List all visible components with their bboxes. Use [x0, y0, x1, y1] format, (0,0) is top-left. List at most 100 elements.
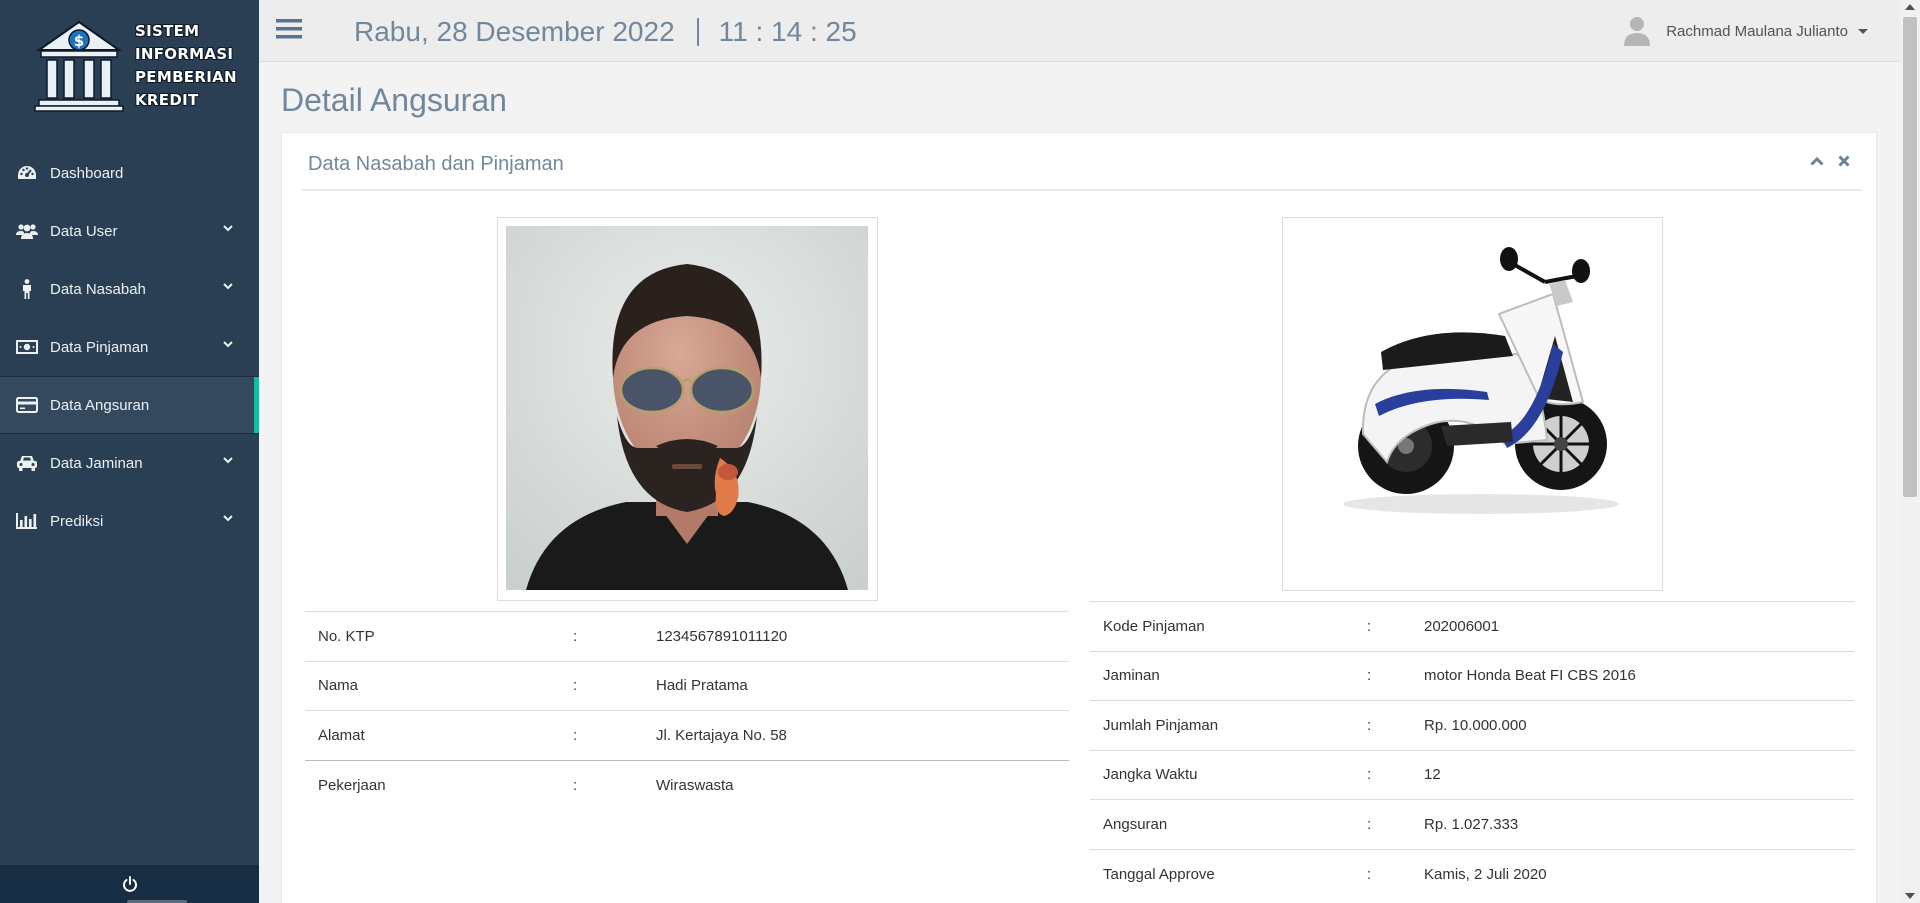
scrollbar-thumb[interactable]	[1903, 17, 1917, 497]
money-icon	[16, 337, 38, 357]
menu-toggle-icon[interactable]	[276, 18, 302, 45]
sidebar-item-prediksi[interactable]: Prediksi	[0, 492, 259, 550]
collapse-icon[interactable]	[1810, 156, 1824, 166]
field-label: Jangka Waktu	[1103, 766, 1198, 784]
top-nav: Rabu, 28 Desember 2022 11 : 14 : 25 Rach…	[259, 0, 1900, 62]
sidebar-item-dashboard[interactable]: Dashboard	[0, 144, 259, 202]
field-separator: :	[573, 776, 578, 794]
panel-tools	[1810, 155, 1850, 167]
close-icon[interactable]	[1838, 155, 1850, 167]
sidebar-footer	[0, 865, 259, 903]
sidebar-item-label: Dashboard	[50, 164, 124, 182]
field-label: Tanggal Approve	[1103, 865, 1215, 883]
field-separator: :	[573, 627, 578, 645]
field-label: No. KTP	[318, 627, 375, 645]
field-label: Alamat	[318, 726, 365, 744]
sidebar-item-data-pinjaman[interactable]: Data Pinjaman	[0, 318, 259, 376]
avatar	[1624, 17, 1651, 46]
bar-chart-icon	[16, 511, 38, 531]
bank-icon: $	[34, 20, 124, 112]
chevron-down-icon	[223, 457, 233, 464]
field-value: 1234567891011120	[656, 627, 788, 645]
customer-photo-image	[506, 226, 868, 590]
divider	[696, 18, 699, 46]
date-time: Rabu, 28 Desember 2022 11 : 14 : 25	[354, 16, 857, 48]
user-menu[interactable]: Rachmad Maulana Julianto	[1624, 16, 1868, 46]
field-label: Pekerjaan	[318, 776, 386, 794]
caret-down-icon	[1858, 28, 1868, 34]
brand-line: SISTEM	[135, 22, 200, 40]
table-row: Angsuran : Rp. 1.027.333	[1090, 799, 1854, 850]
table-row: Nama : Hadi Pratama	[305, 661, 1069, 711]
person-icon	[16, 279, 38, 299]
field-label: Nama	[318, 677, 359, 695]
current-date: Rabu, 28 Desember 2022	[354, 16, 675, 47]
scroll-up-icon[interactable]	[1905, 4, 1915, 10]
customer-info-table: No. KTP : 1234567891011120 Nama : Hadi P…	[305, 611, 1069, 810]
field-value: Rp. 1.027.333	[1424, 815, 1519, 833]
chevron-down-icon	[223, 515, 233, 522]
field-separator: :	[573, 677, 578, 695]
field-value: Jl. Kertajaya No. 58	[656, 726, 787, 744]
brand-line: KREDIT	[135, 91, 199, 109]
loan-info-table: Kode Pinjaman : 202006001 Jaminan : moto…	[1090, 601, 1854, 899]
customer-photo	[497, 217, 878, 601]
table-row: Jumlah Pinjaman : Rp. 10.000.000	[1090, 700, 1854, 751]
table-row: Pekerjaan : Wiraswasta	[305, 760, 1069, 810]
users-icon	[16, 221, 38, 241]
field-value: Wiraswasta	[656, 776, 734, 794]
field-value: Hadi Pratama	[656, 677, 748, 695]
table-row: Kode Pinjaman : 202006001	[1090, 601, 1854, 652]
table-row: No. KTP : 1234567891011120	[305, 611, 1069, 662]
field-value: 12	[1424, 766, 1441, 784]
scrollbar[interactable]	[1900, 0, 1920, 903]
svg-text:$: $	[74, 32, 84, 50]
field-separator: :	[573, 726, 578, 744]
collateral-photo	[1282, 217, 1663, 591]
chevron-down-icon	[223, 341, 233, 348]
brand-text: SISTEM INFORMASI PEMBERIAN KREDIT	[135, 20, 255, 112]
field-separator: :	[1367, 716, 1372, 734]
field-label: Angsuran	[1103, 815, 1168, 833]
field-separator: :	[1367, 815, 1372, 833]
power-icon[interactable]	[122, 876, 138, 892]
field-separator: :	[1367, 617, 1372, 635]
sidebar-item-data-jaminan[interactable]: Data Jaminan	[0, 434, 259, 492]
table-row: Alamat : Jl. Kertajaya No. 58	[305, 710, 1069, 761]
user-name: Rachmad Maulana Julianto	[1666, 22, 1848, 40]
page-title: Detail Angsuran	[281, 82, 507, 118]
field-separator: :	[1367, 865, 1372, 883]
field-value: Kamis, 2 Juli 2020	[1424, 865, 1547, 883]
sidebar-item-label: Data Angsuran	[50, 396, 150, 414]
table-row: Tanggal Approve : Kamis, 2 Juli 2020	[1090, 849, 1854, 899]
field-value: motor Honda Beat FI CBS 2016	[1424, 667, 1636, 685]
brand-line: PEMBERIAN	[135, 68, 237, 86]
detail-panel: Data Nasabah dan Pinjaman No. KTP: 1234…	[281, 132, 1877, 903]
field-separator: :	[1367, 667, 1372, 685]
sidebar-menu: Dashboard Data User Data Nasabah Data Pi…	[0, 144, 259, 550]
field-label: Jaminan	[1103, 667, 1160, 685]
sidebar-item-data-user[interactable]: Data User	[0, 202, 259, 260]
chevron-down-icon	[223, 225, 233, 232]
panel-header: Data Nasabah dan Pinjaman	[302, 133, 1862, 191]
scroll-down-icon[interactable]	[1905, 893, 1915, 899]
field-value: 202006001	[1424, 617, 1500, 635]
table-row: Jangka Waktu : 12	[1090, 750, 1854, 800]
car-icon	[16, 453, 38, 473]
sidebar-item-data-nasabah[interactable]: Data Nasabah	[0, 260, 259, 318]
field-label: Jumlah Pinjaman	[1103, 716, 1219, 734]
field-label: Kode Pinjaman	[1103, 617, 1205, 635]
panel-title: Data Nasabah dan Pinjaman	[308, 153, 564, 175]
collateral-photo-image	[1291, 226, 1653, 582]
field-value: Rp. 10.000.000	[1424, 716, 1527, 734]
sidebar: $ SISTEM INFORMASI PEMBERIAN KREDIT Dash…	[0, 0, 259, 903]
current-time: 11 : 14 : 25	[718, 16, 857, 47]
field-separator: :	[1367, 766, 1372, 784]
table-row: Jaminan : motor Honda Beat FI CBS 2016	[1090, 651, 1854, 701]
credit-card-icon	[16, 395, 38, 415]
brand[interactable]: $ SISTEM INFORMASI PEMBERIAN KREDIT	[0, 0, 259, 130]
brand-line: INFORMASI	[135, 45, 234, 63]
sidebar-item-data-angsuran[interactable]: Data Angsuran	[0, 376, 259, 434]
dashboard-icon	[16, 163, 38, 183]
chevron-down-icon	[223, 283, 233, 290]
